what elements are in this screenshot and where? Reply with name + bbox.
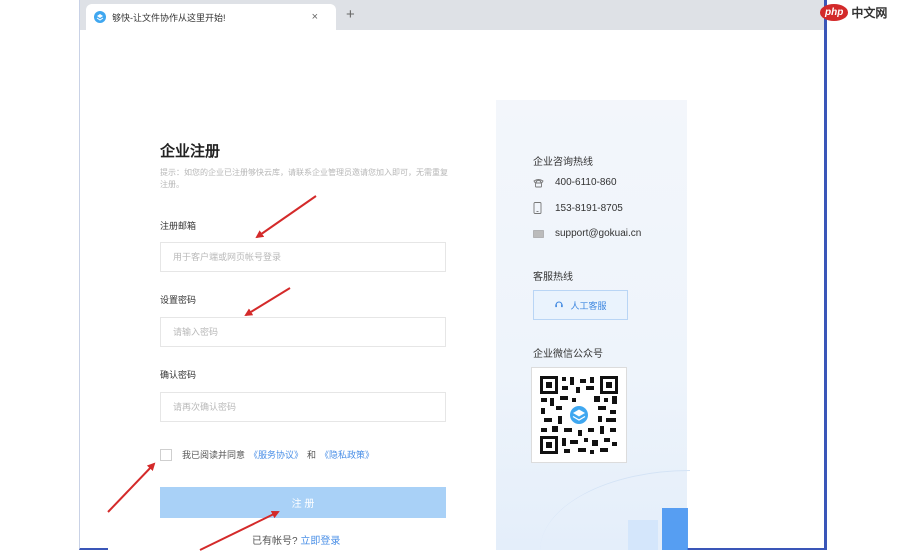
gokuai-favicon-icon [94, 11, 106, 23]
confirm-password-input[interactable] [160, 392, 446, 422]
login-prompt: 已有帐号? 立即登录 [252, 532, 340, 547]
decorative-cube-blue [662, 508, 688, 550]
customer-service-button[interactable]: 人工客服 [533, 290, 628, 320]
register-hint: 提示：如您的企业已注册够快云库，请联系企业管理员邀请您加入即可，无需重复注册。 [160, 168, 448, 189]
mail-icon [533, 229, 547, 238]
privacy-policy-link[interactable]: 《隐私政策》 [320, 448, 374, 461]
mobile-row: 153-8191-8705 [533, 202, 623, 214]
register-button[interactable]: 注 册 [160, 487, 446, 518]
new-tab-button[interactable]: + [346, 6, 355, 23]
support-email: support@gokuai.cn [555, 228, 642, 239]
phone-row: 400-6110-860 [533, 177, 617, 188]
agree-text: 我已阅读并同意 [182, 450, 246, 460]
have-account-text: 已有帐号? [252, 536, 298, 547]
and-text: 和 [307, 450, 317, 460]
php-cn-watermark: php 中文网 [820, 4, 887, 21]
confirm-password-label: 确认密码 [160, 370, 197, 380]
page-title: 企业注册 [160, 143, 221, 160]
email-row: support@gokuai.cn [533, 228, 641, 239]
headset-icon [554, 299, 564, 311]
service-agreement-link[interactable]: 《服务协议》 [249, 448, 303, 461]
phone-icon [533, 178, 547, 188]
tab-title: 够快-让文件协作从这里开始! [112, 12, 226, 23]
password-label: 设置密码 [160, 295, 197, 305]
password-input[interactable] [160, 317, 446, 347]
browser-tab[interactable]: 够快-让文件协作从这里开始! × [86, 4, 336, 30]
agree-checkbox[interactable] [160, 448, 172, 461]
tab-bar: 够快-让文件协作从这里开始! × + [80, 0, 824, 30]
service-heading: 客服热线 [533, 272, 573, 283]
site-name: 中文网 [851, 6, 888, 20]
phone-number: 400-6110-860 [555, 177, 617, 188]
mobile-number: 153-8191-8705 [555, 202, 623, 214]
qr-code-icon [531, 367, 627, 463]
login-link[interactable]: 立即登录 [300, 536, 340, 547]
hotline-heading: 企业咨询热线 [533, 157, 593, 168]
decorative-cube [628, 520, 658, 550]
php-logo: php [820, 4, 849, 21]
agreement-row: 我已阅读并同意 《服务协议》 和 《隐私政策》 [160, 448, 378, 461]
wechat-heading: 企业微信公众号 [533, 349, 603, 360]
email-input[interactable] [160, 242, 446, 272]
tab-close-icon[interactable]: × [312, 11, 318, 23]
mobile-icon [533, 202, 547, 214]
email-label: 注册邮箱 [160, 221, 197, 231]
customer-service-label: 人工客服 [570, 300, 607, 311]
